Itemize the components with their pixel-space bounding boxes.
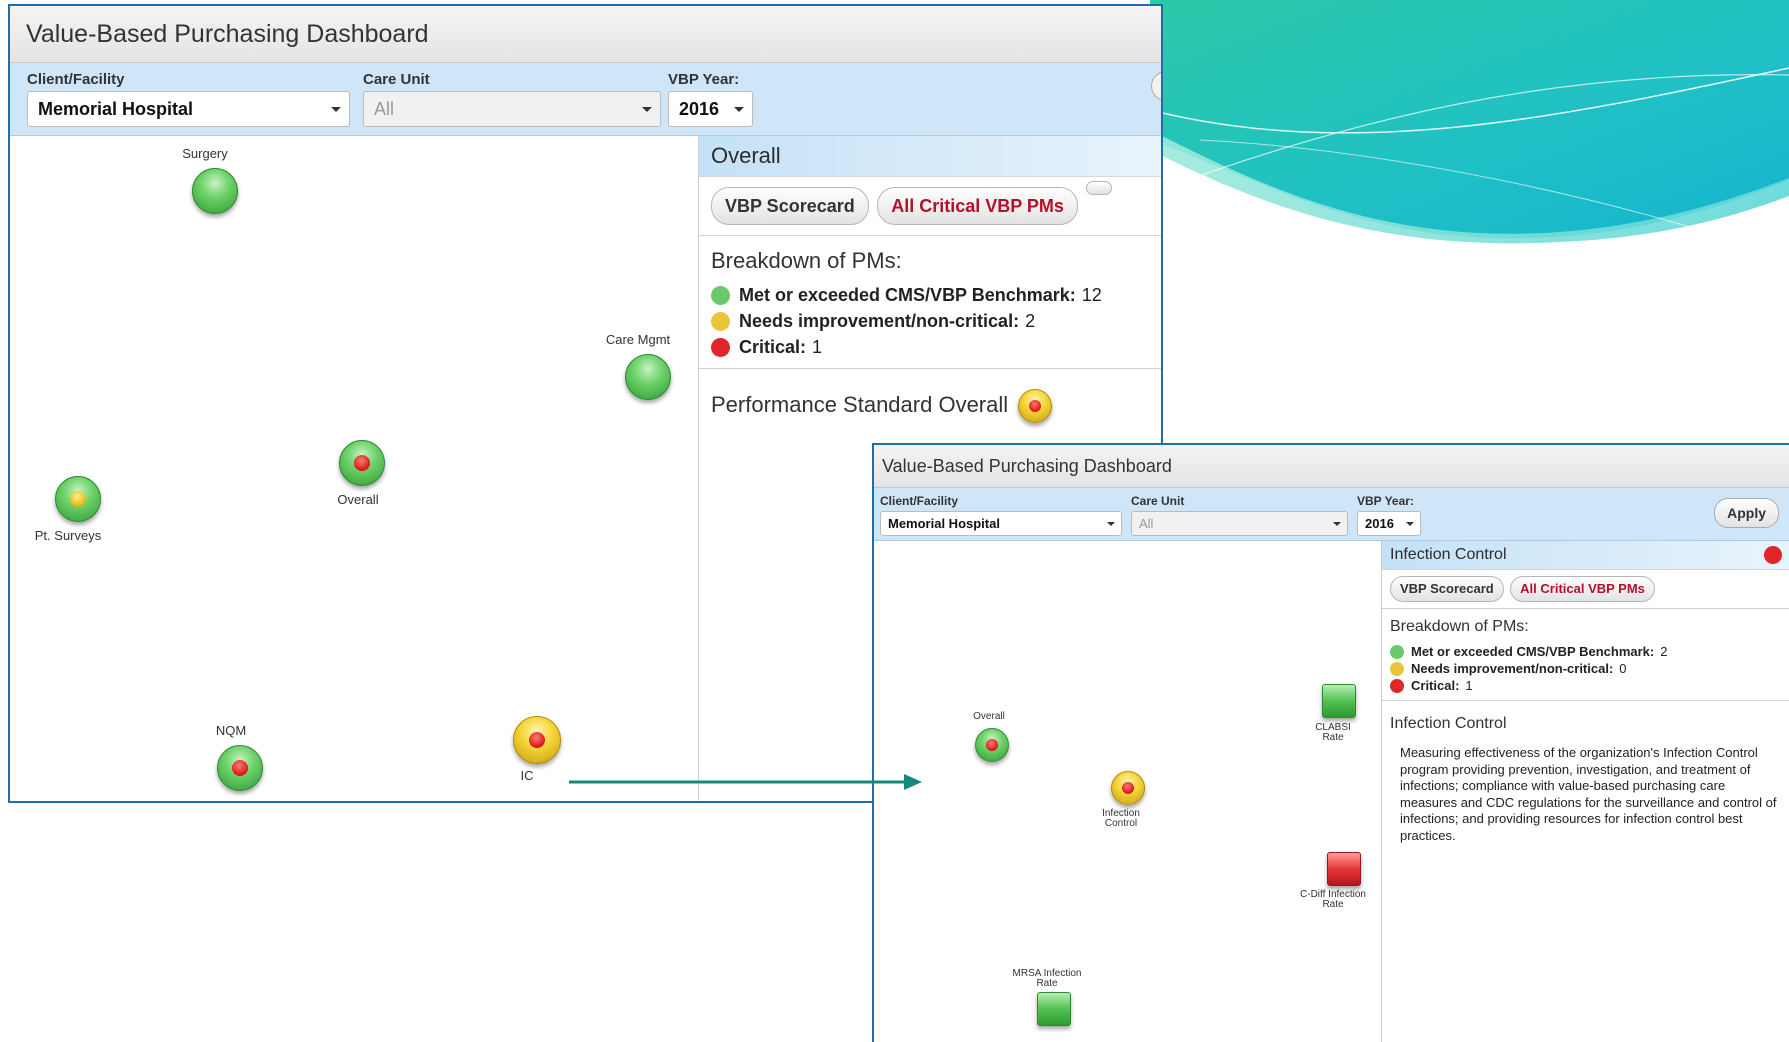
drilldown-arrow-icon <box>569 774 922 790</box>
